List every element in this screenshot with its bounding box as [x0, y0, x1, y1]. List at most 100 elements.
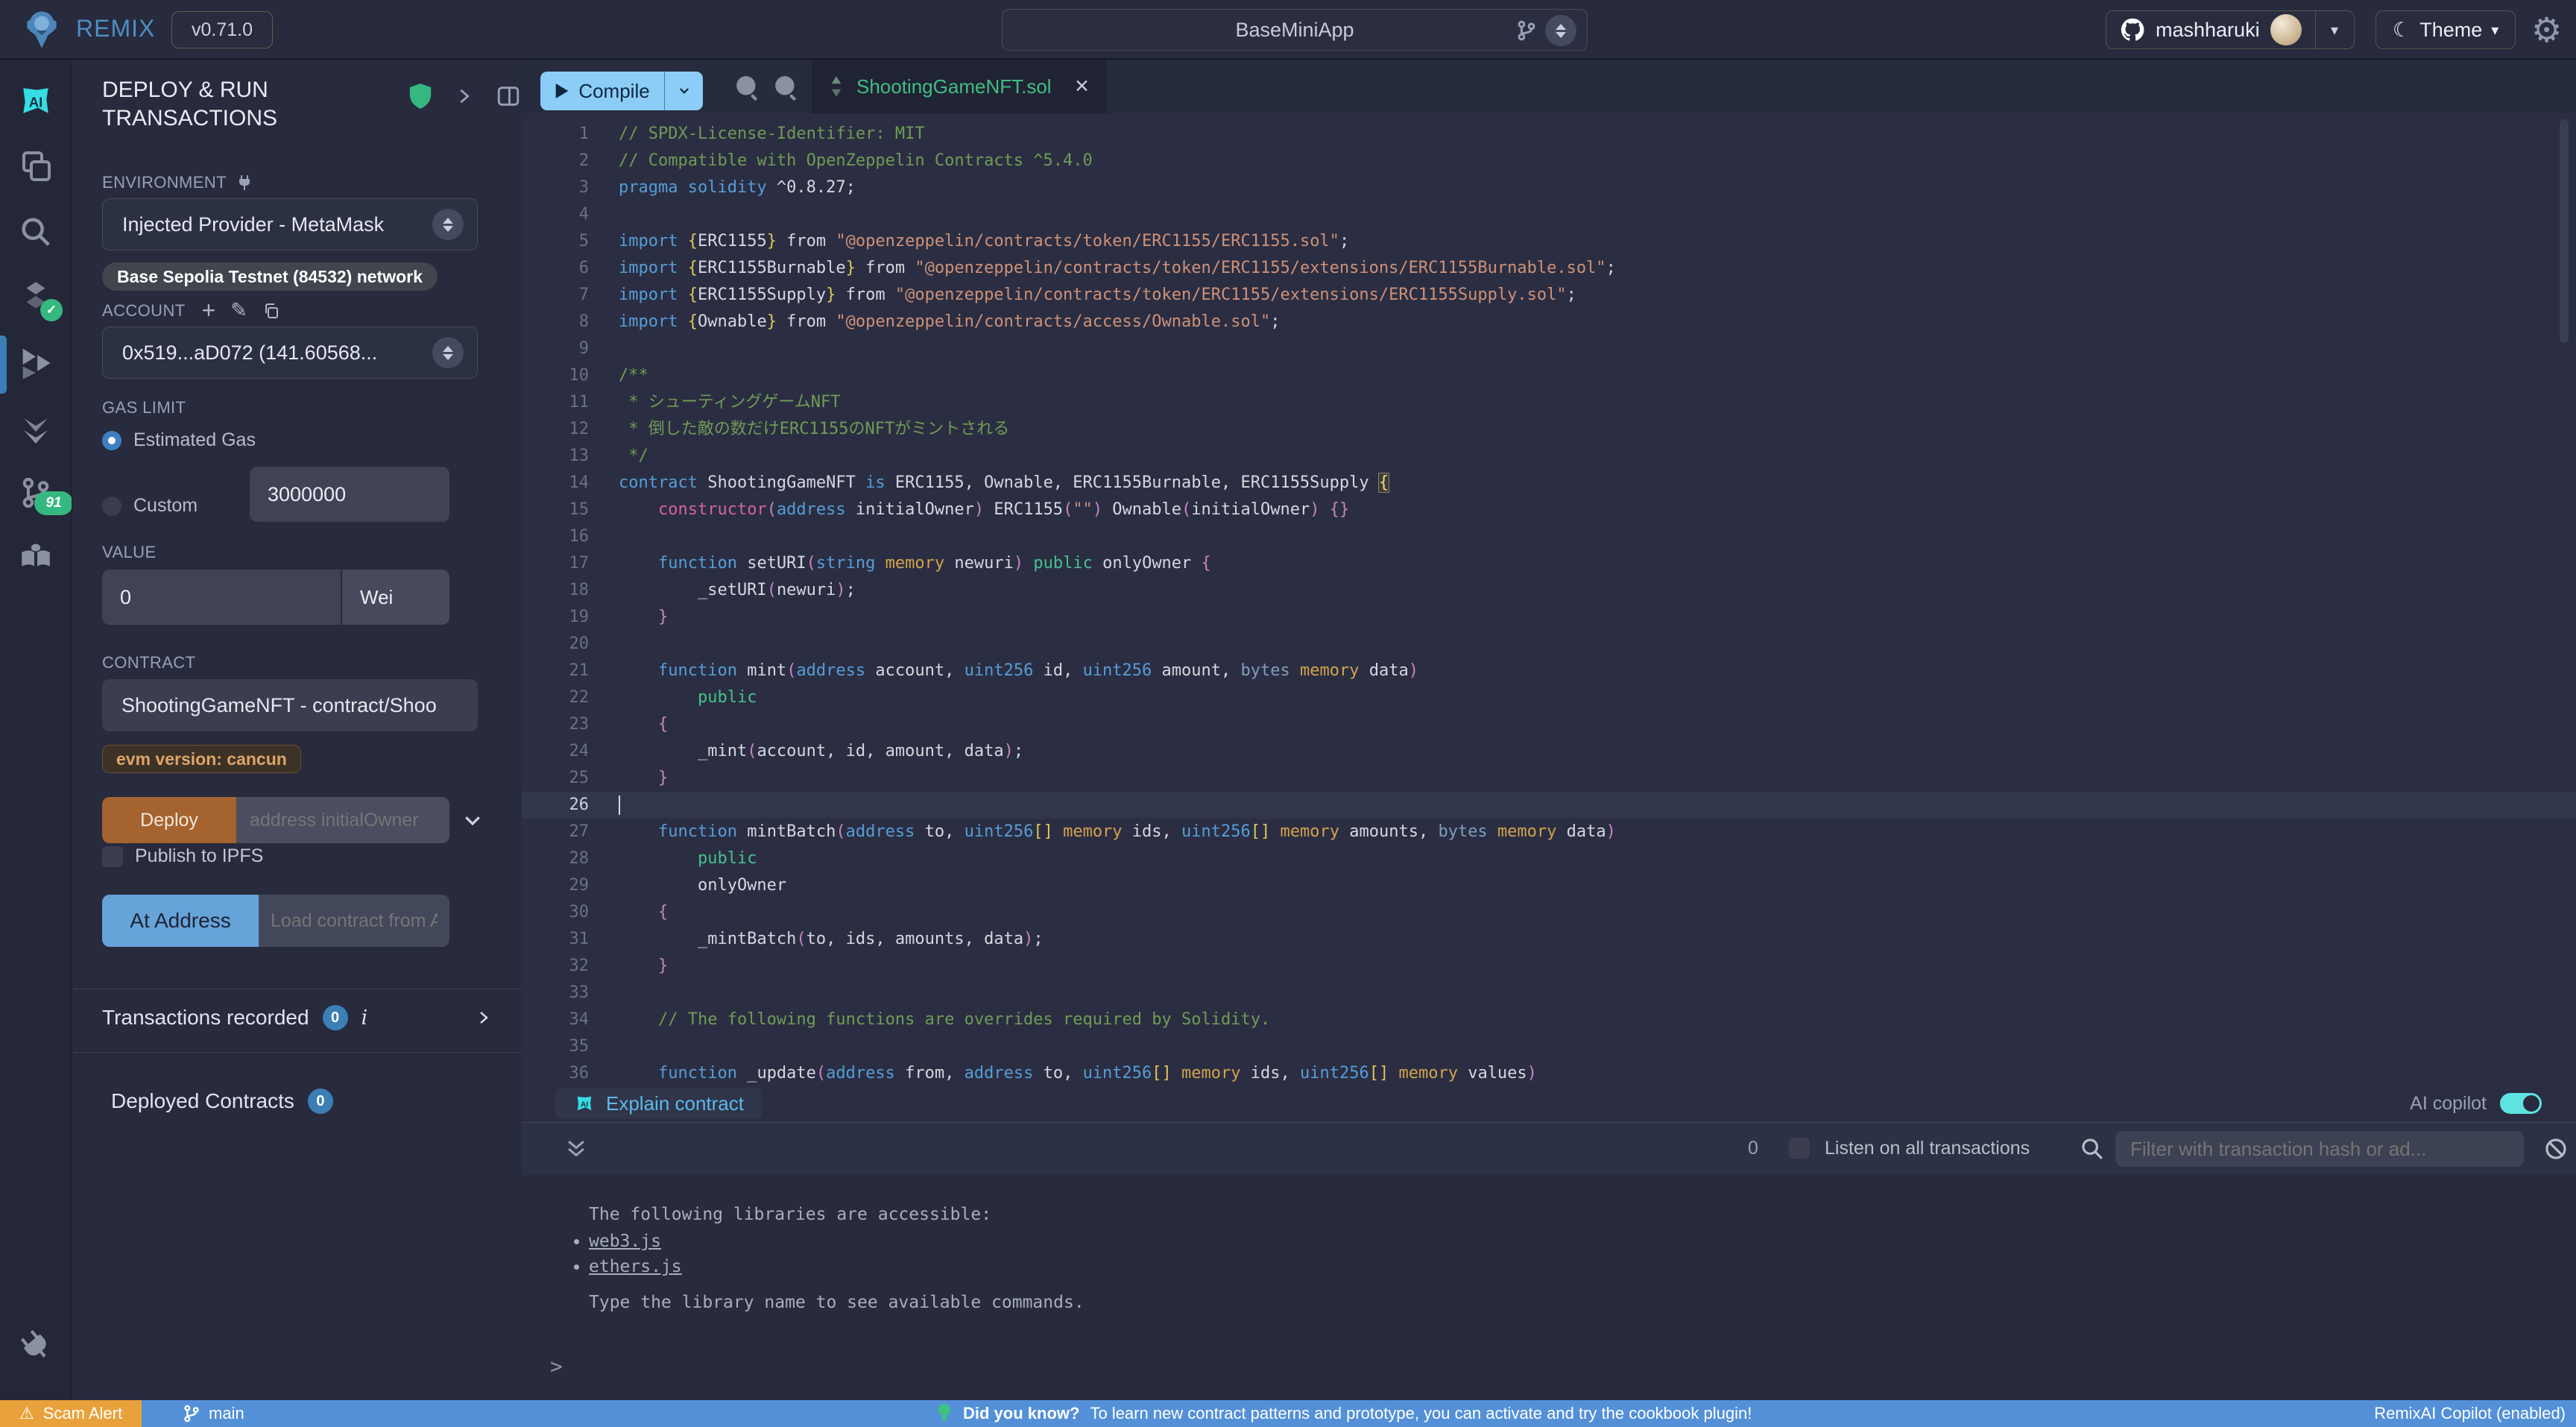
code-line-30[interactable]: 30 {: [522, 899, 2576, 926]
edit-account-icon[interactable]: ✎: [230, 299, 247, 322]
code-line-7[interactable]: 7import {ERC1155Supply} from "@openzeppe…: [522, 282, 2576, 309]
sidebar-item-remix-ai[interactable]: AI: [15, 80, 57, 122]
code-line-16[interactable]: 16: [522, 523, 2576, 550]
code-editor[interactable]: 1// SPDX-License-Identifier: MIT2// Comp…: [522, 113, 2576, 1085]
scam-alert-button[interactable]: ⚠ Scam Alert: [0, 1400, 142, 1427]
code-line-10[interactable]: 10/**: [522, 362, 2576, 389]
code-line-15[interactable]: 15 constructor(address initialOwner) ERC…: [522, 497, 2576, 523]
sidebar-item-solidity-compiler[interactable]: ✓: [15, 277, 57, 318]
code-line-4[interactable]: 4: [522, 201, 2576, 228]
code-line-25[interactable]: 25 }: [522, 765, 2576, 792]
code-line-32[interactable]: 32 }: [522, 953, 2576, 980]
sidebar-item-unit-testing[interactable]: [15, 408, 57, 450]
zoom-out-icon[interactable]: [732, 72, 765, 104]
custom-gas-radio[interactable]: [102, 497, 121, 516]
custom-gas-input[interactable]: [250, 467, 449, 522]
compile-split-button[interactable]: Compile: [540, 72, 703, 110]
code-line-28[interactable]: 28 public: [522, 845, 2576, 872]
git-branch-icon[interactable]: [1515, 19, 1538, 42]
explain-contract-button[interactable]: AI Explain contract: [555, 1088, 762, 1119]
compile-button[interactable]: Compile: [540, 72, 664, 110]
deploy-args-input[interactable]: [236, 797, 449, 843]
terminal-output[interactable]: The following libraries are accessible: …: [522, 1175, 2576, 1401]
deployed-contracts-row[interactable]: Deployed Contracts 0: [111, 1089, 333, 1114]
at-address-input[interactable]: [259, 895, 449, 947]
code-line-26[interactable]: 26: [522, 792, 2576, 819]
remix-logo-icon[interactable]: [21, 9, 63, 51]
code-line-11[interactable]: 11 * シューティングゲームNFT: [522, 389, 2576, 416]
copy-account-icon[interactable]: [262, 302, 280, 320]
zoom-in-icon[interactable]: [771, 72, 804, 104]
workspace-dropdown-icon[interactable]: [1545, 15, 1576, 46]
contract-select[interactable]: ShootingGameNFT - contract/Shoo: [102, 679, 478, 731]
workspace-selector[interactable]: BaseMiniApp: [1002, 9, 1588, 51]
code-line-23[interactable]: 23 {: [522, 711, 2576, 738]
deploy-expand-icon[interactable]: [460, 809, 485, 831]
sidebar-item-file-explorer[interactable]: [15, 145, 57, 187]
terminal-filter-input[interactable]: [2115, 1131, 2524, 1167]
clear-console-icon[interactable]: [2543, 1136, 2569, 1162]
theme-button[interactable]: ☾ Theme ▾: [2375, 10, 2516, 49]
estimated-gas-radio[interactable]: [102, 431, 121, 450]
code-line-29[interactable]: 29 onlyOwner: [522, 872, 2576, 899]
code-line-19[interactable]: 19 }: [522, 604, 2576, 631]
terminal-prompt[interactable]: >: [550, 1354, 563, 1379]
code-line-6[interactable]: 6import {ERC1155Burnable} from "@openzep…: [522, 255, 2576, 282]
listen-transactions-checkbox[interactable]: [1789, 1138, 1810, 1159]
settings-gear-icon[interactable]: ⚙: [2531, 10, 2562, 49]
github-account-button[interactable]: mashharuki ▾: [2106, 10, 2355, 49]
at-address-button[interactable]: At Address: [102, 895, 259, 947]
code-line-24[interactable]: 24 _mint(account, id, amount, data);: [522, 738, 2576, 765]
code-line-13[interactable]: 13 */: [522, 443, 2576, 470]
sidebar-item-git[interactable]: 91: [15, 472, 57, 514]
terminal-search-icon[interactable]: [2080, 1136, 2105, 1162]
account-select[interactable]: 0x519...aD072 (141.60568...: [102, 327, 478, 379]
split-view-icon[interactable]: [496, 84, 521, 109]
code-line-17[interactable]: 17 function setURI(string memory newuri)…: [522, 550, 2576, 577]
transactions-recorded-row[interactable]: Transactions recorded 0 i: [102, 1001, 493, 1035]
code-line-34[interactable]: 34 // The following functions are overri…: [522, 1007, 2576, 1033]
code-line-36[interactable]: 36 function _update(address from, addres…: [522, 1060, 2576, 1085]
code-line-8[interactable]: 8import {Ownable} from "@openzeppelin/co…: [522, 309, 2576, 336]
publish-ipfs-checkbox[interactable]: [102, 846, 123, 867]
code-line-21[interactable]: 21 function mint(address account, uint25…: [522, 658, 2576, 684]
value-unit-select[interactable]: Wei: [342, 570, 449, 625]
terminal-link-web3-js[interactable]: web3.js: [589, 1232, 661, 1251]
code-line-9[interactable]: 9: [522, 336, 2576, 362]
code-line-14[interactable]: 14contract ShootingGameNFT is ERC1155, O…: [522, 470, 2576, 497]
sidebar-item-search[interactable]: [15, 211, 57, 253]
terminal-expand-icon[interactable]: [564, 1136, 589, 1162]
terminal-link-ethers-js[interactable]: ethers.js: [589, 1257, 682, 1276]
transactions-expand-icon[interactable]: [475, 1008, 493, 1027]
code-line-20[interactable]: 20: [522, 631, 2576, 658]
code-line-3[interactable]: 3pragma solidity ^0.8.27;: [522, 174, 2576, 201]
plug-icon[interactable]: [236, 174, 253, 192]
git-branch-status[interactable]: main: [182, 1404, 244, 1423]
compile-options-icon[interactable]: [664, 72, 703, 110]
tab-shootinggamenft[interactable]: ShootingGameNFT.sol ✕: [812, 60, 1106, 113]
sidebar-item-learneth[interactable]: [15, 536, 57, 578]
deploy-button[interactable]: Deploy: [102, 797, 236, 843]
editor-footer: AI Explain contract AI copilot: [522, 1085, 2576, 1122]
sidebar-item-deploy-run[interactable]: [15, 342, 57, 384]
code-line-27[interactable]: 27 function mintBatch(address to, uint25…: [522, 819, 2576, 845]
transactions-info-icon[interactable]: i: [362, 1007, 368, 1030]
code-line-1[interactable]: 1// SPDX-License-Identifier: MIT: [522, 121, 2576, 148]
code-line-35[interactable]: 35: [522, 1033, 2576, 1060]
code-line-12[interactable]: 12 * 倒した敵の数だけERC1155のNFTがミントされる: [522, 416, 2576, 443]
code-line-31[interactable]: 31 _mintBatch(to, ids, amounts, data);: [522, 926, 2576, 953]
ai-copilot-toggle[interactable]: [2500, 1093, 2542, 1114]
account-dropdown-icon[interactable]: ▾: [2315, 11, 2354, 48]
environment-select[interactable]: Injected Provider - MetaMask: [102, 198, 478, 251]
editor-scrollbar[interactable]: [2560, 119, 2569, 343]
tab-close-icon[interactable]: ✕: [1074, 75, 1090, 98]
code-line-22[interactable]: 22 public: [522, 684, 2576, 711]
pin-panel-icon[interactable]: [454, 86, 475, 107]
code-line-18[interactable]: 18 _setURI(newuri);: [522, 577, 2576, 604]
code-line-2[interactable]: 2// Compatible with OpenZeppelin Contrac…: [522, 148, 2576, 174]
sidebar-item-plugin-manager[interactable]: [15, 1325, 57, 1367]
add-account-icon[interactable]: +: [202, 297, 216, 324]
value-input[interactable]: [102, 570, 341, 625]
code-line-33[interactable]: 33: [522, 980, 2576, 1007]
code-line-5[interactable]: 5import {ERC1155} from "@openzeppelin/co…: [522, 228, 2576, 255]
